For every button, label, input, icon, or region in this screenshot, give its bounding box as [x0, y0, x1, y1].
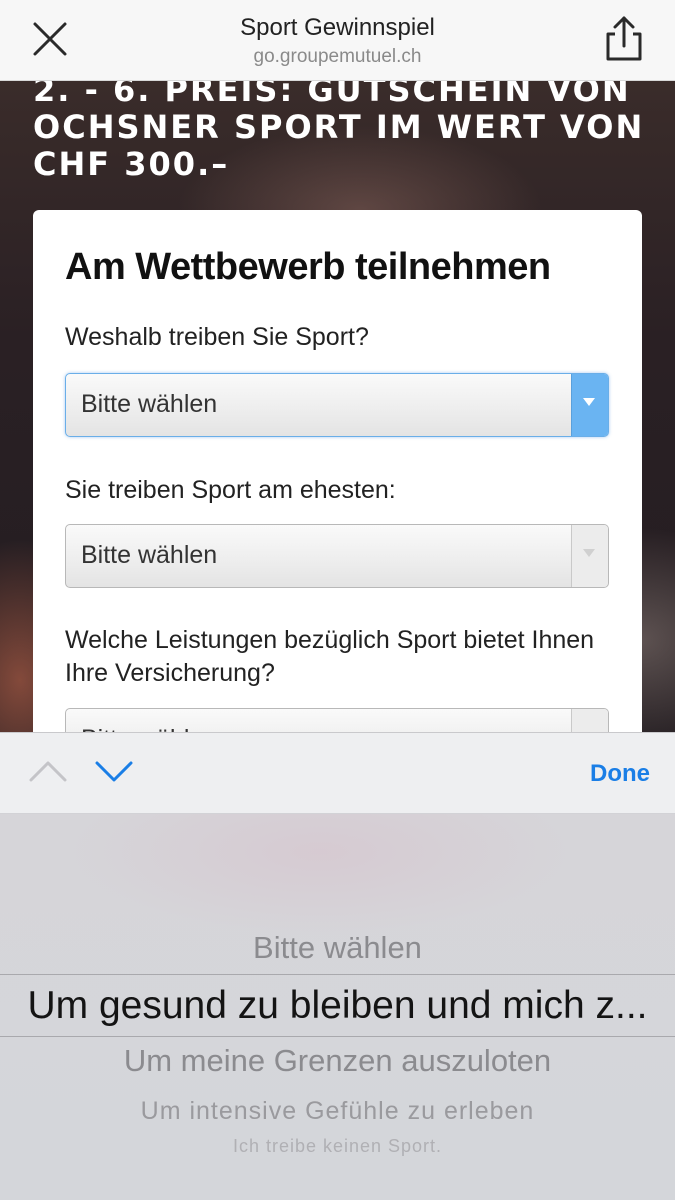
question-2-value: Bitte wählen [81, 541, 218, 569]
picker-option[interactable]: Um intensive Gefühle zu erleben [0, 1097, 675, 1126]
picker-option[interactable]: Um meine Grenzen auszuloten [0, 1043, 675, 1079]
question-1-select[interactable]: Bitte wählen [65, 373, 609, 437]
done-button[interactable]: Done [560, 760, 650, 788]
question-2-select[interactable]: Bitte wählen [65, 524, 609, 588]
chevron-down-icon [95, 761, 133, 782]
picker-selection-line-bottom [0, 1036, 675, 1037]
share-icon [606, 16, 642, 61]
question-1-label: Weshalb treiben Sie Sport? [65, 323, 369, 351]
question-1-value: Bitte wählen [81, 390, 218, 418]
question-2-label: Sie treiben Sport am ehesten: [65, 476, 396, 504]
picker-option[interactable]: Ich treibe keinen Sport. [0, 1136, 675, 1157]
dropdown-arrow-icon [571, 525, 608, 587]
browser-top-bar: Sport Gewinnspiel go.groupemutuel.ch [0, 0, 675, 81]
previous-field-button[interactable] [28, 756, 68, 786]
picker-option-selected[interactable]: Um gesund zu bleiben und mich z... [0, 984, 675, 1028]
next-field-button[interactable] [94, 756, 134, 786]
form-title: Am Wettbewerb teilnehmen [65, 246, 551, 288]
share-button[interactable] [600, 14, 648, 64]
picker-selection-line-top [0, 974, 675, 975]
page-url: go.groupemutuel.ch [253, 46, 422, 67]
question-3-label: Welche Leistungen bezüglich Sport bietet… [65, 626, 595, 687]
chevron-up-icon [29, 761, 67, 782]
entry-form-card: Am Wettbewerb teilnehmen Weshalb treiben… [33, 210, 642, 772]
prize-headline: 2. - 6. Preis: Gutschein von Ochsner Spo… [33, 71, 645, 183]
page-title: Sport Gewinnspiel [240, 14, 435, 41]
dropdown-arrow-icon [571, 374, 608, 436]
picker-option[interactable]: Bitte wählen [0, 930, 675, 966]
